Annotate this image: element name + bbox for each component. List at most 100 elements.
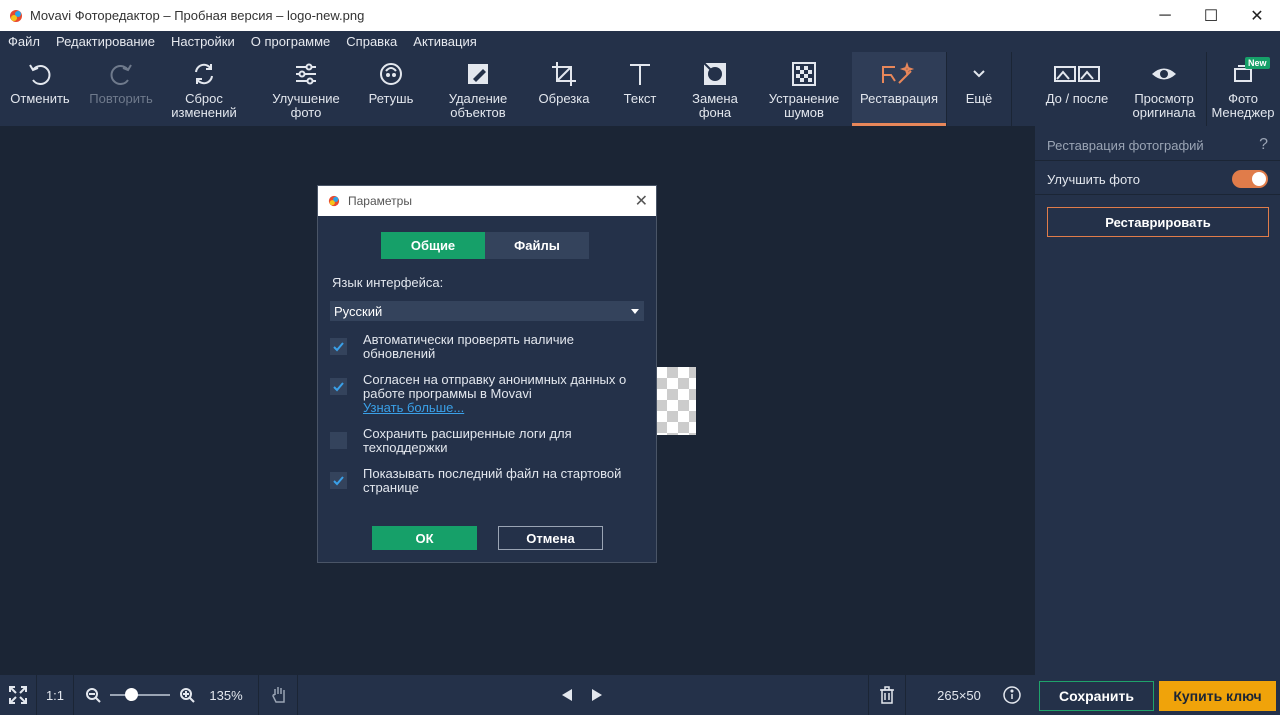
replace-bg-button[interactable]: Замена фона — [680, 52, 750, 126]
minimize-button[interactable]: ─ — [1142, 0, 1188, 31]
retouch-button[interactable]: Ретушь — [358, 52, 424, 126]
fullscreen-icon — [9, 686, 27, 704]
close-icon[interactable]: ✕ — [635, 191, 648, 211]
cancel-button[interactable]: Отмена — [498, 526, 603, 550]
toggle-knob — [1252, 172, 1266, 186]
view-original-button[interactable]: Просмотр оригинала — [1124, 52, 1204, 126]
fit-screen-button[interactable] — [0, 675, 36, 715]
next-image-button[interactable] — [586, 675, 608, 715]
menu-edit[interactable]: Редактирование — [56, 34, 155, 49]
show-last-file-checkbox[interactable] — [330, 472, 347, 489]
eraser-icon — [468, 64, 488, 84]
language-value: Русский — [334, 303, 383, 319]
auto-update-label: Автоматически проверять наличие обновлен… — [363, 332, 574, 361]
sliders-icon — [296, 63, 316, 85]
zoom-level: 135% — [209, 687, 243, 703]
before-after-label: До / после — [1045, 91, 1109, 106]
zoom-in-icon — [180, 688, 195, 703]
save-button[interactable]: Сохранить — [1039, 681, 1154, 711]
extended-logs-label: Сохранить расширенные логи для техподдер… — [363, 426, 572, 455]
triangle-right-icon — [592, 689, 602, 701]
text-icon — [630, 64, 650, 85]
replace-bg-label: Замена фона — [692, 91, 738, 120]
view-original-label: Просмотр оригинала — [1132, 91, 1196, 120]
face-icon — [380, 63, 402, 85]
show-last-file-label: Показывать последний файл на стартовой с… — [363, 466, 622, 495]
menu-bar: Файл Редактирование Настройки О программ… — [0, 31, 1280, 52]
anonymous-data-checkbox[interactable] — [330, 378, 347, 395]
menu-activation[interactable]: Активация — [413, 34, 476, 49]
delete-button[interactable] — [872, 675, 902, 715]
undo-icon — [29, 64, 51, 85]
before-after-button[interactable]: До / после — [1036, 52, 1118, 126]
toolbar: Отменить Повторить Сброс изменений Улучш… — [0, 52, 1280, 126]
menu-settings[interactable]: Настройки — [171, 34, 235, 49]
right-panel: Реставрация фотографий ? Улучшить фото Р… — [1034, 126, 1280, 675]
auto-update-checkbox[interactable] — [330, 338, 347, 355]
crop-button[interactable]: Обрезка — [530, 52, 598, 126]
anonymous-data-text: Согласен на отправку анонимных данных о … — [363, 372, 627, 401]
background-icon — [703, 62, 726, 85]
close-window-button[interactable]: ✕ — [1234, 0, 1280, 31]
bottom-bar: 1:1 135% 265×50 Сохранить Купить ключ — [0, 675, 1280, 715]
triangle-left-icon — [562, 689, 572, 701]
undo-label: Отменить — [10, 91, 70, 106]
chevron-down-icon — [973, 70, 985, 78]
info-icon — [1003, 686, 1021, 704]
tab-files[interactable]: Файлы — [485, 232, 589, 259]
ok-button[interactable]: ОК — [372, 526, 477, 550]
restore-tool-button[interactable]: Реставрация — [852, 52, 946, 126]
restore-tool-label: Реставрация — [860, 91, 938, 106]
language-select[interactable]: Русский — [330, 301, 644, 321]
text-button[interactable]: Текст — [610, 52, 670, 126]
learn-more-link[interactable]: Узнать больше... — [363, 400, 464, 415]
maximize-button[interactable]: ☐ — [1188, 0, 1234, 31]
dialog-title: Параметры — [348, 194, 412, 208]
enhance-photo-toggle[interactable] — [1232, 170, 1268, 188]
photo-manager-label: Фото Менеджер — [1211, 91, 1275, 120]
tab-general[interactable]: Общие — [381, 232, 485, 259]
menu-file[interactable]: Файл — [8, 34, 40, 49]
remove-objects-label: Удаление объектов — [448, 91, 508, 120]
hand-icon — [272, 687, 285, 703]
extended-logs-checkbox[interactable] — [330, 432, 347, 449]
retouch-label: Ретушь — [368, 91, 414, 106]
redo-icon — [110, 64, 132, 85]
redo-button[interactable]: Повторить — [82, 52, 160, 126]
menu-about[interactable]: О программе — [251, 34, 331, 49]
eye-icon — [1152, 68, 1176, 80]
remove-objects-button[interactable]: Удаление объектов — [436, 52, 520, 126]
hand-tool-button[interactable] — [262, 675, 296, 715]
enhance-button[interactable]: Улучшение фото — [262, 52, 350, 126]
dialog-title-bar: Параметры ✕ — [318, 186, 656, 216]
reset-button[interactable]: Сброс изменений — [164, 52, 244, 126]
refresh-icon — [195, 63, 213, 85]
anonymous-data-label: Согласен на отправку анонимных данных о … — [363, 373, 648, 415]
panel-heading: Реставрация фотографий — [1047, 138, 1204, 153]
help-icon[interactable]: ? — [1259, 136, 1268, 154]
image-size: 265×50 — [937, 687, 981, 703]
zoom-out-button[interactable] — [82, 675, 104, 715]
title-bar: Movavi Фоторедактор – Пробная версия – l… — [0, 0, 1280, 31]
noise-icon — [792, 62, 816, 86]
dropdown-arrow-icon — [631, 309, 639, 314]
menu-help[interactable]: Справка — [346, 34, 397, 49]
reset-label: Сброс изменений — [171, 91, 237, 120]
more-button[interactable]: Ещё — [950, 52, 1008, 126]
magic-wand-icon — [882, 61, 915, 84]
zoom-knob[interactable] — [125, 688, 138, 701]
zoom-slider[interactable] — [108, 675, 172, 715]
info-button[interactable] — [998, 675, 1026, 715]
zoom-in-button[interactable] — [176, 675, 198, 715]
checkmark-icon — [333, 382, 344, 392]
movavi-logo-icon — [10, 10, 22, 22]
checkmark-icon — [333, 342, 344, 352]
actual-size-button[interactable]: 1:1 — [37, 675, 73, 715]
previous-image-button[interactable] — [556, 675, 578, 715]
undo-button[interactable]: Отменить — [4, 52, 76, 126]
buy-key-button[interactable]: Купить ключ — [1159, 681, 1276, 711]
denoise-button[interactable]: Устранение шумов — [760, 52, 848, 126]
window-title: Movavi Фоторедактор – Пробная версия – l… — [30, 8, 365, 23]
image-preview — [656, 367, 696, 435]
restore-button[interactable]: Реставрировать — [1047, 207, 1269, 237]
